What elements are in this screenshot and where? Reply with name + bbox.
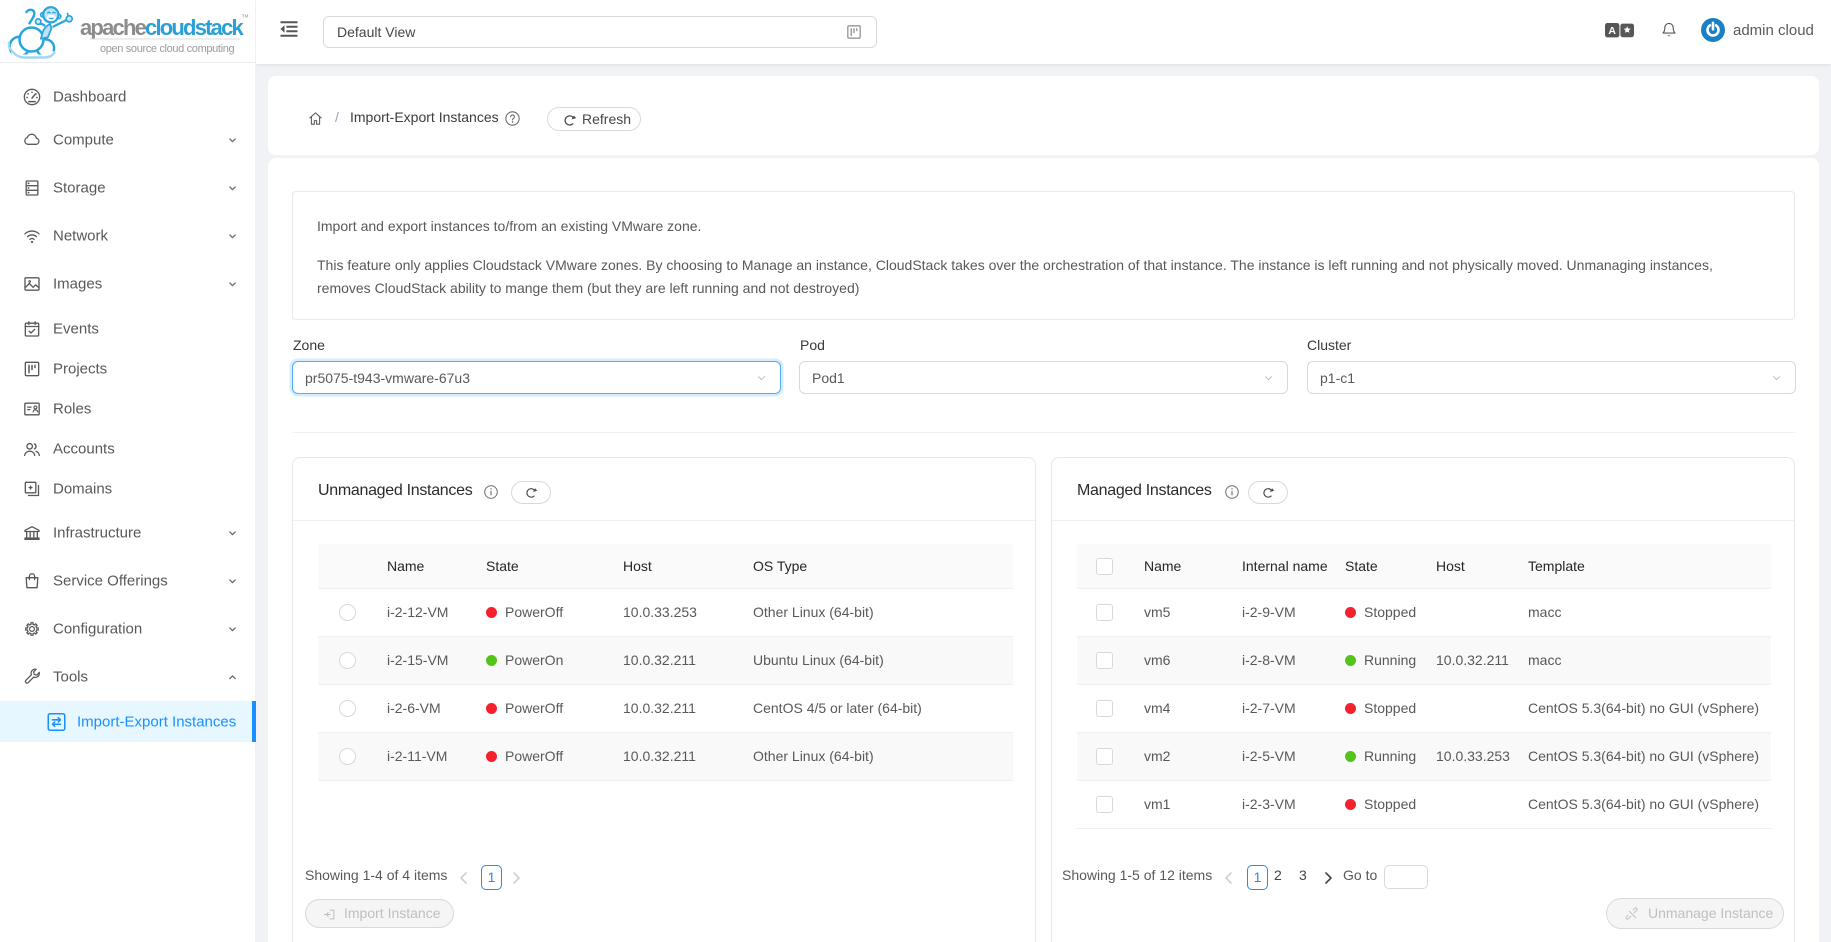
svg-text:A: A [1608, 25, 1616, 37]
svg-text:open source cloud computing: open source cloud computing [100, 43, 234, 55]
svg-text:™: ™ [241, 13, 249, 22]
svg-text:apachecloudstack: apachecloudstack [80, 15, 245, 40]
